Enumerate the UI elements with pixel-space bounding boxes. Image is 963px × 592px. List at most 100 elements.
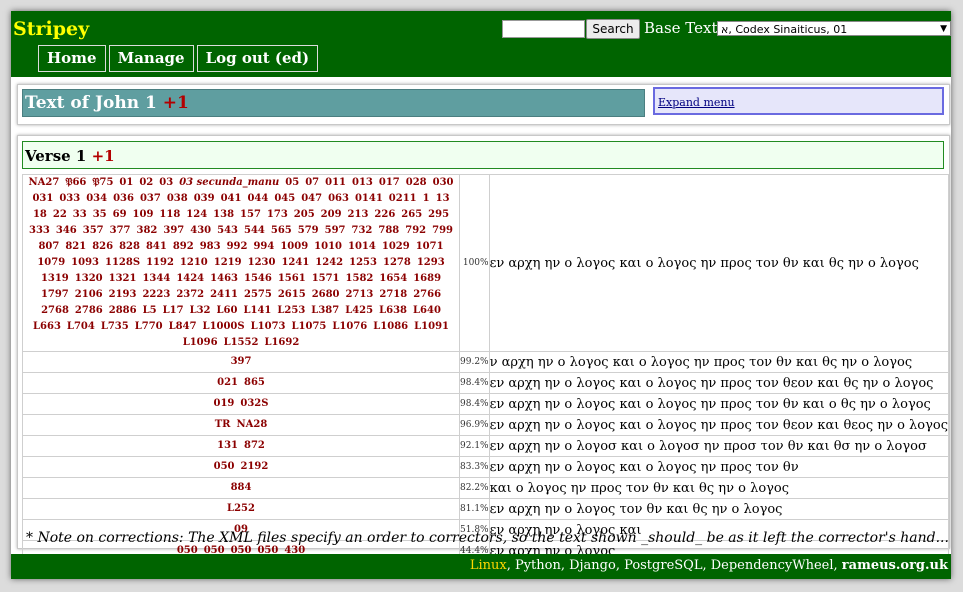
witness-link[interactable]: 357 — [83, 223, 104, 239]
witness-link[interactable]: 865 — [244, 375, 265, 391]
witness-link[interactable]: 22 — [53, 207, 67, 223]
witness-link[interactable]: 18 — [33, 207, 47, 223]
witness-link[interactable]: 2786 — [75, 303, 103, 319]
witness-link[interactable]: L640 — [413, 303, 441, 319]
witness-link[interactable]: L252 — [227, 501, 255, 517]
witness-link[interactable]: 983 — [200, 239, 221, 255]
witness-link[interactable]: 992 — [227, 239, 248, 255]
witness-link[interactable]: 030 — [433, 175, 454, 191]
witness-link[interactable]: 295 — [428, 207, 449, 223]
witness-link[interactable]: 1689 — [413, 271, 441, 287]
witness-link[interactable]: 037 — [140, 191, 161, 207]
footer-site-link[interactable]: rameus.org.uk — [842, 558, 948, 573]
witness-link[interactable]: 377 — [110, 223, 131, 239]
witness-link[interactable]: L32 — [190, 303, 211, 319]
witness-link[interactable]: 157 — [240, 207, 261, 223]
witness-link[interactable]: 118 — [159, 207, 180, 223]
witness-link[interactable]: 1320 — [75, 271, 103, 287]
witness-link[interactable]: 565 — [271, 223, 292, 239]
witness-link[interactable]: L141 — [243, 303, 271, 319]
witness-link[interactable]: 213 — [348, 207, 369, 223]
witness-link[interactable]: 1463 — [210, 271, 238, 287]
witness-link[interactable]: 2411 — [210, 287, 238, 303]
witness-link[interactable]: 011 — [325, 175, 346, 191]
witness-link[interactable]: 544 — [244, 223, 265, 239]
witness-link[interactable]: 1230 — [248, 255, 276, 271]
witness-link[interactable]: 1219 — [214, 255, 242, 271]
witness-link[interactable]: 892 — [173, 239, 194, 255]
witness-link[interactable]: 397 — [231, 354, 252, 370]
witness-link[interactable]: 597 — [325, 223, 346, 239]
witness-link[interactable]: 2766 — [413, 287, 441, 303]
witness-link[interactable]: 032S — [240, 396, 268, 412]
witness-link[interactable]: 138 — [213, 207, 234, 223]
witness-link[interactable]: 1253 — [349, 255, 377, 271]
witness-link[interactable]: 1071 — [416, 239, 444, 255]
witness-link[interactable]: 209 — [321, 207, 342, 223]
witness-link[interactable]: 013 — [352, 175, 373, 191]
witness-link[interactable]: 788 — [378, 223, 399, 239]
witness-link[interactable]: 2680 — [312, 287, 340, 303]
witness-link[interactable]: NA28 — [236, 417, 267, 433]
witness-link[interactable]: 1014 — [348, 239, 376, 255]
witness-link[interactable]: 033 — [59, 191, 80, 207]
witness-link[interactable]: 1582 — [346, 271, 374, 287]
witness-link[interactable]: 430 — [190, 223, 211, 239]
witness-link[interactable]: 044 — [247, 191, 268, 207]
witness-link[interactable]: 031 — [32, 191, 53, 207]
witness-link[interactable]: 841 — [146, 239, 167, 255]
witness-link[interactable]: 1192 — [146, 255, 174, 271]
witness-link[interactable]: 1128S — [105, 255, 140, 271]
witness-link[interactable]: 346 — [56, 223, 77, 239]
witness-link[interactable]: 0211 — [389, 191, 417, 207]
witness-link[interactable]: L387 — [311, 303, 339, 319]
witness-link[interactable]: 07 — [305, 175, 319, 191]
nav-home-button[interactable]: Home — [38, 45, 106, 72]
witness-link[interactable]: 543 — [217, 223, 238, 239]
witness-link[interactable]: L1096 — [183, 335, 218, 351]
witness-link[interactable]: 017 — [379, 175, 400, 191]
witness-link[interactable]: 1242 — [315, 255, 343, 271]
witness-link[interactable]: 131 — [217, 438, 238, 454]
witness-link[interactable]: 35 — [93, 207, 107, 223]
witness-link[interactable]: 039 — [194, 191, 215, 207]
witness-link[interactable]: 2718 — [379, 287, 407, 303]
witness-link[interactable]: L704 — [67, 319, 95, 335]
witness-link[interactable]: 034 — [86, 191, 107, 207]
witness-link[interactable]: L1076 — [332, 319, 367, 335]
witness-link[interactable]: NA27 — [29, 175, 60, 191]
witness-link[interactable]: 05 — [285, 175, 299, 191]
witness-link[interactable]: 382 — [137, 223, 158, 239]
witness-link[interactable]: 173 — [267, 207, 288, 223]
witness-link[interactable]: L1692 — [264, 335, 299, 351]
witness-link[interactable]: L60 — [217, 303, 238, 319]
nav-manage-button[interactable]: Manage — [108, 45, 194, 72]
witness-link[interactable]: 2372 — [176, 287, 204, 303]
witness-link[interactable]: 1029 — [382, 239, 410, 255]
search-input[interactable] — [502, 20, 585, 38]
witness-link[interactable]: 124 — [186, 207, 207, 223]
witness-link[interactable]: 063 — [328, 191, 349, 207]
witness-link[interactable]: L638 — [379, 303, 407, 319]
witness-link[interactable]: 1093 — [71, 255, 99, 271]
witness-link[interactable]: L1091 — [414, 319, 449, 335]
witness-link[interactable]: 03 secunda_manu — [179, 175, 279, 191]
witness-link[interactable]: 1 — [423, 191, 430, 207]
witness-link[interactable]: 03 — [159, 175, 173, 191]
witness-link[interactable]: L5 — [143, 303, 157, 319]
nav-logout-button[interactable]: Log out (ed) — [196, 45, 319, 72]
witness-link[interactable]: 333 — [29, 223, 50, 239]
witness-link[interactable]: 1321 — [109, 271, 137, 287]
witness-link[interactable]: 1009 — [280, 239, 308, 255]
witness-link[interactable]: TR — [215, 417, 231, 433]
witness-link[interactable]: 1278 — [383, 255, 411, 271]
witness-link[interactable]: L663 — [33, 319, 61, 335]
witness-link[interactable]: 021 — [217, 375, 238, 391]
witness-link[interactable]: 047 — [301, 191, 322, 207]
witness-link[interactable]: 028 — [406, 175, 427, 191]
witness-link[interactable]: 2192 — [241, 459, 269, 475]
witness-link[interactable]: 397 — [163, 223, 184, 239]
witness-link[interactable]: 1571 — [312, 271, 340, 287]
witness-link[interactable]: 036 — [113, 191, 134, 207]
witness-link[interactable]: 2768 — [41, 303, 69, 319]
